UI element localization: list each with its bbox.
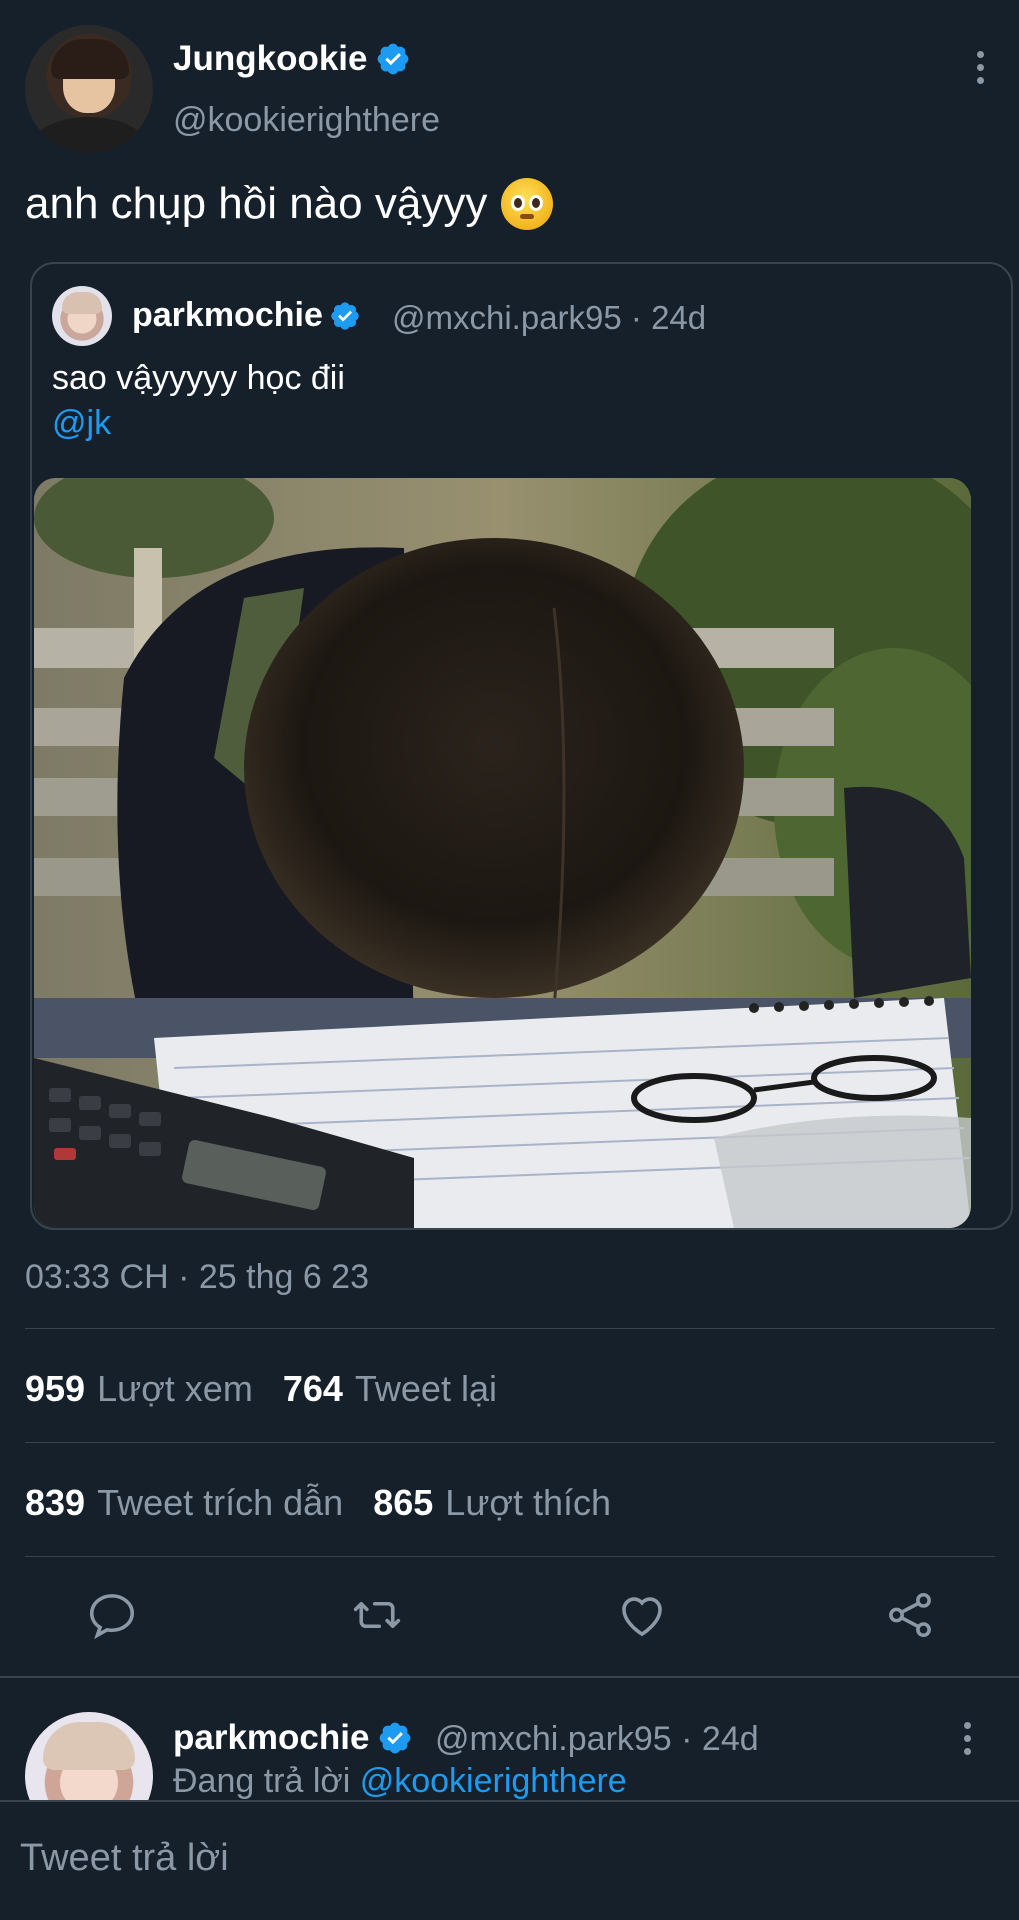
views-label: Lượt xem	[97, 1368, 253, 1409]
tweet-action-bar	[25, 1580, 995, 1650]
quoted-tweet-photo[interactable]	[34, 478, 971, 1228]
author-handle[interactable]: @kookierighthere	[173, 101, 440, 140]
author-name-text[interactable]: Jungkookie	[173, 39, 367, 79]
tweet-body: anh chụp hồi nào vậyyy	[25, 179, 488, 228]
retweet-icon[interactable]	[350, 1588, 404, 1642]
divider	[25, 1442, 995, 1443]
stats-row-1: 959 Lượt xem 764 Tweet lại	[25, 1368, 497, 1410]
stats-row-2: 839 Tweet trích dẫn 865 Lượt thích	[25, 1482, 611, 1524]
tweet-detail-page: Jungkookie @kookierighthere anh chụp hồi…	[0, 0, 1019, 1920]
verified-badge-icon	[331, 301, 359, 330]
tweet-author-row: Jungkookie @kookierighthere	[25, 25, 995, 155]
quoted-author-avatar	[52, 286, 112, 346]
replying-to-prefix: Đang trả lời	[173, 1762, 351, 1800]
views-stat[interactable]: 959 Lượt xem	[25, 1368, 253, 1410]
reply-composer-bar	[0, 1800, 1019, 1920]
verified-badge-icon	[380, 1722, 411, 1754]
quoted-author-name: parkmochie	[132, 296, 361, 335]
likes-label: Lượt thích	[445, 1482, 612, 1523]
quotes-label: Tweet trích dẫn	[97, 1482, 344, 1523]
verified-badge-icon	[378, 43, 409, 75]
quoted-tweet-text: sao vậyyyyy học đii	[52, 359, 345, 397]
pleading-face-emoji-icon	[501, 178, 554, 230]
share-icon[interactable]	[883, 1588, 937, 1642]
reply-author-name-text[interactable]: parkmochie	[173, 1718, 369, 1758]
reply-icon[interactable]	[85, 1588, 139, 1642]
replying-to-line: Đang trả lời @kookierighthere	[173, 1762, 627, 1801]
likes-count: 865	[373, 1482, 434, 1523]
like-icon[interactable]	[615, 1588, 669, 1642]
retweets-label: Tweet lại	[354, 1368, 497, 1409]
photo-person-sleeping-on-desk	[34, 478, 971, 1228]
retweets-count: 764	[282, 1368, 343, 1409]
author-avatar[interactable]	[25, 25, 153, 153]
quoted-author-handle: @mxchi.park95 · 24d	[392, 299, 707, 336]
tweet-text: anh chụp hồi nào vậyyy	[25, 178, 554, 230]
quoted-mention-link[interactable]: @jk	[52, 404, 111, 443]
reply-author-name[interactable]: parkmochie	[173, 1718, 413, 1758]
quoted-author-name-text: parkmochie	[132, 296, 323, 334]
author-name[interactable]: Jungkookie	[173, 39, 411, 79]
tweet-timestamp: 03:33 CH · 25 thg 6 23	[25, 1258, 370, 1296]
section-divider	[0, 1676, 1019, 1678]
quotes-stat[interactable]: 839 Tweet trích dẫn	[25, 1482, 343, 1524]
views-count: 959	[25, 1368, 86, 1409]
quoted-tweet-card[interactable]: parkmochie @mxchi.park95 · 24d sao vậyyy…	[30, 262, 1013, 1230]
reply-input[interactable]	[20, 1828, 990, 1888]
reply-author-handle[interactable]: @mxchi.park95 · 24d	[435, 1720, 759, 1759]
more-options-icon[interactable]	[965, 47, 995, 87]
replying-to-mention[interactable]: @kookierighthere	[360, 1762, 627, 1800]
divider	[25, 1556, 995, 1557]
more-options-icon[interactable]	[952, 1718, 982, 1758]
quotes-count: 839	[25, 1482, 86, 1523]
likes-stat[interactable]: 865 Lượt thích	[373, 1482, 611, 1524]
retweets-stat[interactable]: 764 Tweet lại	[283, 1368, 497, 1410]
divider	[25, 1328, 995, 1329]
